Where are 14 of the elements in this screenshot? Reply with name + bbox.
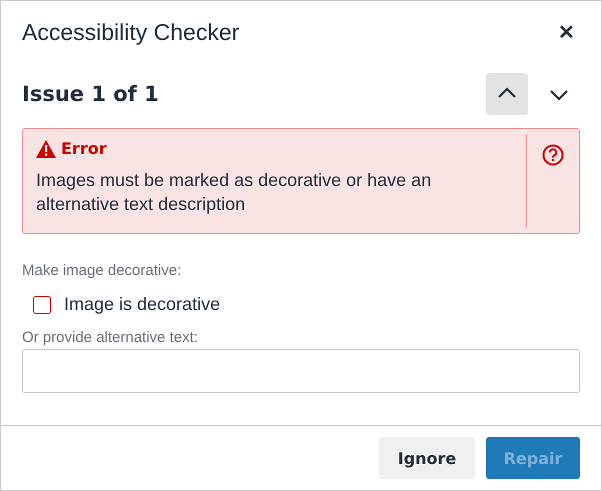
- field-label: Make image decorative:: [22, 262, 182, 279]
- issue-heading: Issue 1 of 1: [22, 82, 159, 106]
- checkbox[interactable]: [33, 296, 51, 314]
- field-label: Or provide alternative text:: [22, 329, 199, 346]
- help-icon[interactable]: [542, 144, 564, 166]
- alert-title: Error: [61, 139, 107, 158]
- ignore-button[interactable]: Ignore: [379, 437, 475, 479]
- close-button[interactable]: ✕: [552, 18, 581, 46]
- dialog-title: Accessibility Checker: [22, 18, 240, 46]
- warning-icon: [36, 140, 56, 158]
- input-field[interactable]: [22, 349, 580, 393]
- alert-message: Images must be marked as decorative or have an alternative text description: [36, 169, 432, 216]
- checkbox-label: Image is decorative: [64, 294, 220, 315]
- previous-issue-button[interactable]: [486, 73, 528, 115]
